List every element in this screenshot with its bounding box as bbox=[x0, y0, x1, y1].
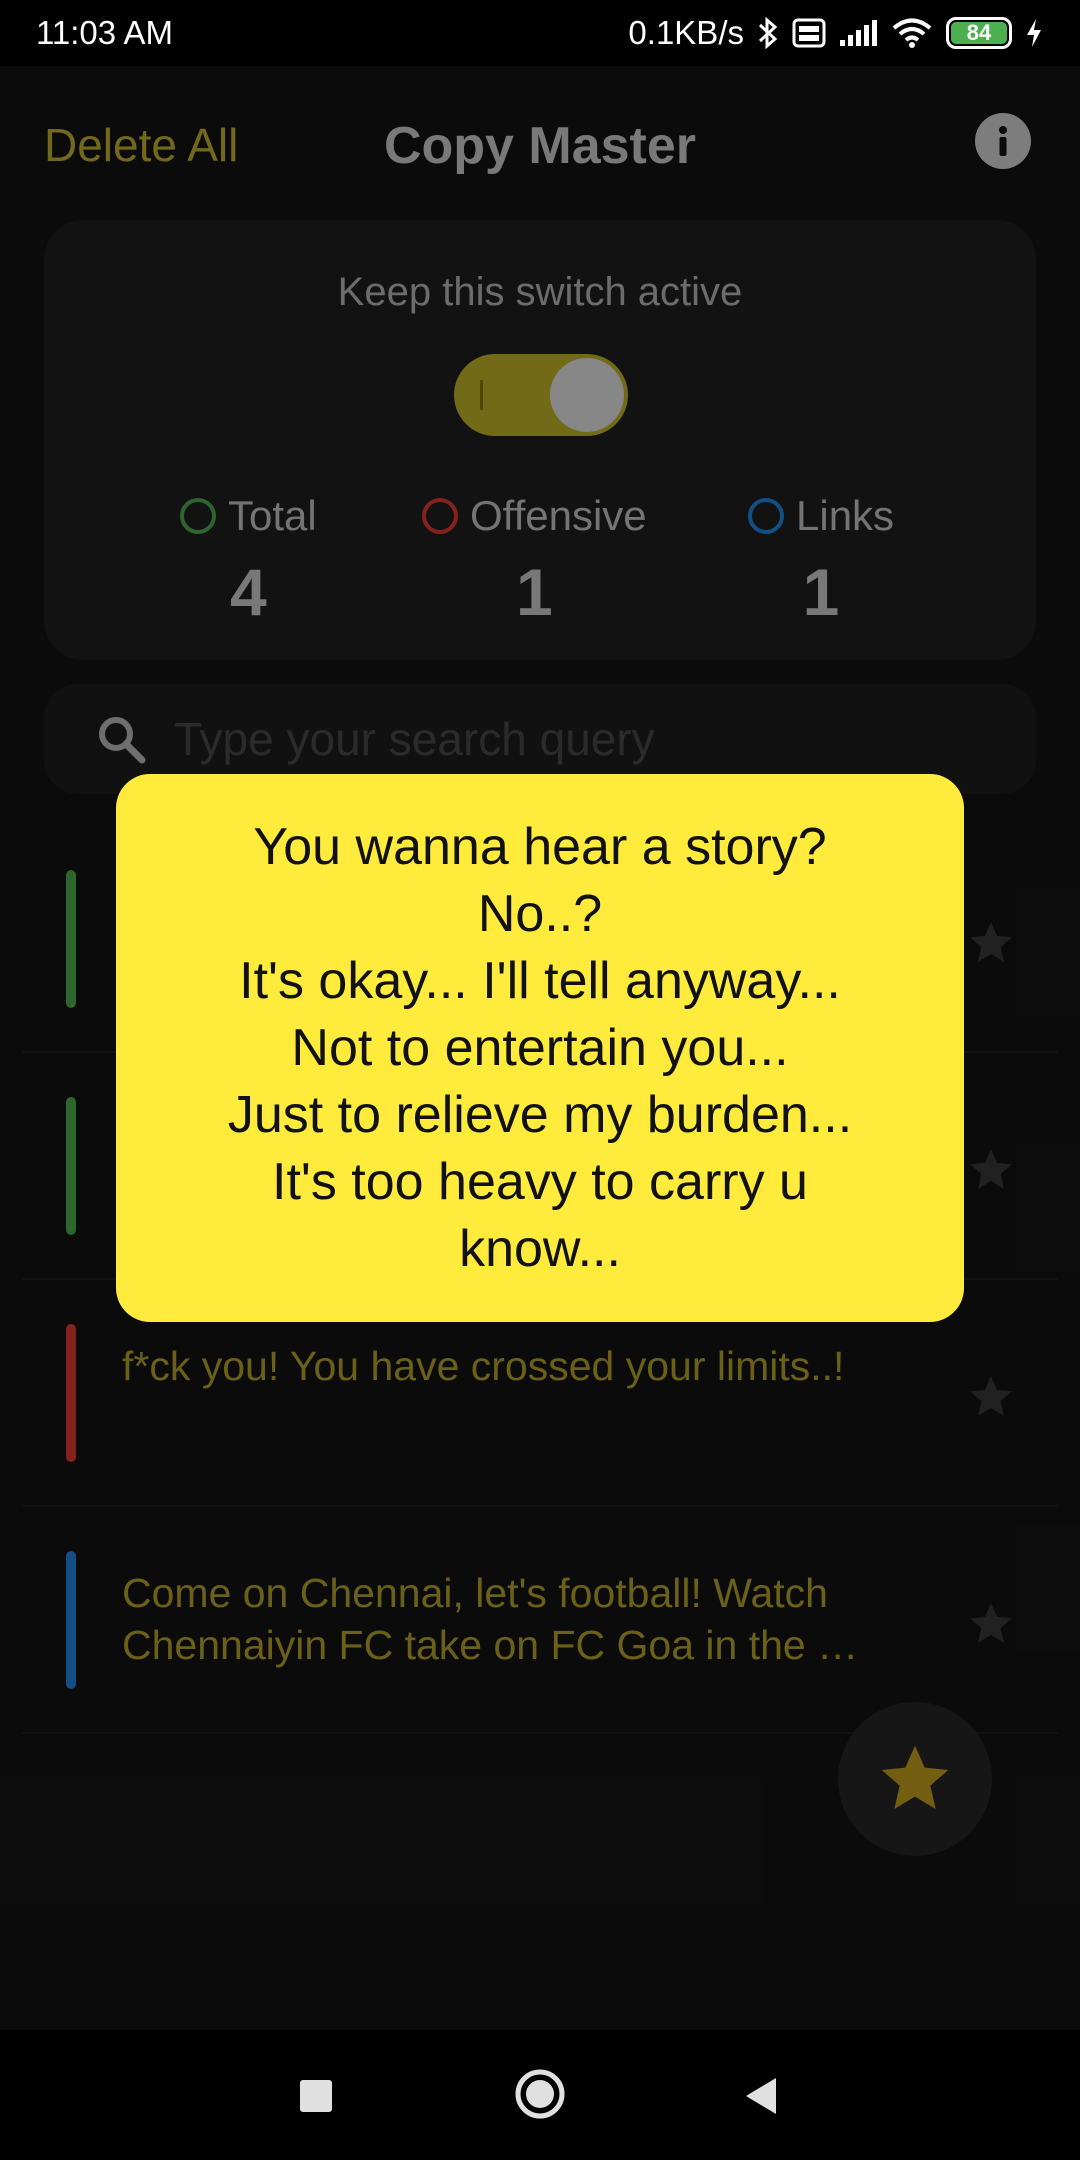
status-icons: 0.1KB/s 84 bbox=[628, 14, 1044, 52]
battery-icon: 84 bbox=[946, 17, 1012, 49]
status-time: 11:03 AM bbox=[36, 14, 173, 51]
home-icon[interactable] bbox=[512, 2066, 568, 2122]
wifi-icon bbox=[892, 18, 932, 48]
battery-level: 84 bbox=[951, 20, 1007, 45]
status-bar: 11:03 AM 0.1KB/s 84 bbox=[0, 0, 1080, 66]
bluetooth-icon bbox=[758, 16, 778, 50]
network-speed: 0.1KB/s bbox=[628, 14, 744, 51]
recents-icon[interactable] bbox=[296, 2076, 336, 2116]
charging-icon bbox=[1027, 19, 1041, 47]
story-text: You wanna hear a story? No..? It's okay.… bbox=[227, 817, 853, 1278]
story-dialog[interactable]: You wanna hear a story? No..? It's okay.… bbox=[116, 774, 964, 1322]
navigation-bar bbox=[0, 2030, 1080, 2160]
screen: 11:03 AM 0.1KB/s 84 Delete All Copy Mast… bbox=[0, 0, 1080, 2160]
volte-icon bbox=[792, 18, 826, 48]
signal-icon bbox=[840, 20, 877, 46]
back-icon[interactable] bbox=[740, 2074, 784, 2118]
